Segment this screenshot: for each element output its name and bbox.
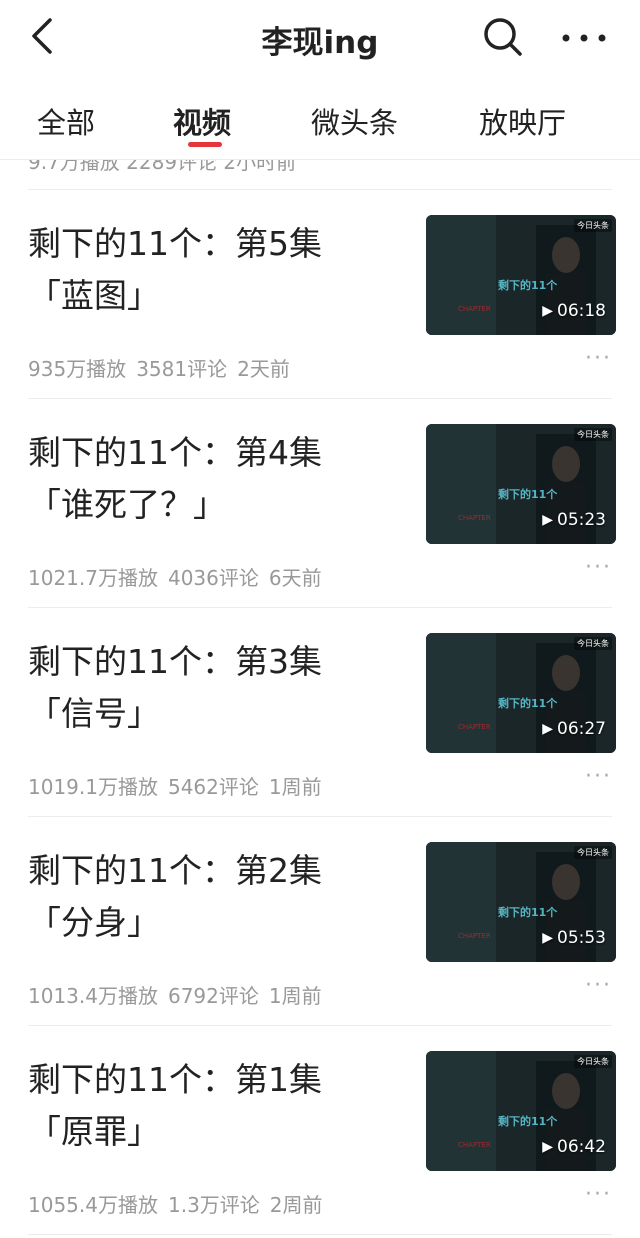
list-item[interactable]: 剩下的11个：第4集 「谁死了？」 剩下的11个 CHAPTER 今日头条 ▶ … bbox=[0, 399, 640, 608]
video-thumbnail[interactable]: 剩下的11个 CHAPTER 今日头条 ▶ 06:42 bbox=[426, 1051, 616, 1171]
video-title: 剩下的11个：第3集 「信号」 bbox=[28, 636, 408, 740]
tab-bar: 全部 视频 微头条 放映厅 bbox=[0, 78, 640, 160]
video-duration: ▶ 06:42 bbox=[542, 1137, 606, 1157]
more-horizontal-icon bbox=[562, 34, 606, 42]
list-item[interactable]: 剩下的11个：第1集 「原罪」 剩下的11个 CHAPTER 今日头条 ▶ 06… bbox=[0, 1026, 640, 1235]
list-item[interactable]: 剩下的11个：第3集 「信号」 剩下的11个 CHAPTER 今日头条 ▶ 06… bbox=[0, 608, 640, 817]
video-thumbnail[interactable]: 剩下的11个 CHAPTER 今日头条 ▶ 06:27 bbox=[426, 633, 616, 753]
publish-time: 1周前 bbox=[268, 775, 322, 799]
search-icon bbox=[484, 18, 522, 56]
svg-text:剩下的11个: 剩下的11个 bbox=[498, 696, 558, 710]
video-title-line1: 剩下的11个：第3集 bbox=[28, 642, 322, 681]
play-count: 935万播放 bbox=[28, 357, 127, 381]
more-horizontal-icon[interactable]: ··· bbox=[585, 346, 612, 371]
publish-time: 1周前 bbox=[268, 984, 322, 1008]
brand-watermark: 今日头条 bbox=[574, 846, 612, 859]
list-item[interactable]: 剩下的11个：第2集 「分身」 剩下的11个 CHAPTER 今日头条 ▶ 05… bbox=[0, 817, 640, 1026]
video-title: 剩下的11个：第4集 「谁死了？」 bbox=[28, 427, 408, 531]
svg-text:剩下的11个: 剩下的11个 bbox=[498, 905, 558, 919]
video-duration: ▶ 05:23 bbox=[542, 510, 606, 530]
video-title-line1: 剩下的11个：第4集 bbox=[28, 433, 322, 472]
video-list: 剩下的11个：第5集 「蓝图」 剩下的11个 CHAPTER 今日头条 ▶ 06… bbox=[0, 190, 640, 1235]
duration-label: 05:23 bbox=[557, 510, 606, 530]
video-meta: 1055.4万播放 1.3万评论 2周前 bbox=[28, 1189, 323, 1218]
play-icon: ▶ bbox=[542, 930, 553, 946]
svg-text:CHAPTER: CHAPTER bbox=[458, 514, 491, 522]
list-item[interactable]: 剩下的11个：第5集 「蓝图」 剩下的11个 CHAPTER 今日头条 ▶ 06… bbox=[0, 190, 640, 399]
video-meta: 9.7万播放 2289评论 2小时前 bbox=[28, 160, 297, 174]
search-button[interactable] bbox=[480, 14, 526, 60]
more-horizontal-icon[interactable]: ··· bbox=[585, 764, 612, 789]
video-duration: ▶ 06:18 bbox=[542, 301, 606, 321]
svg-text:剩下的11个: 剩下的11个 bbox=[498, 278, 558, 292]
video-thumbnail[interactable]: 剩下的11个 CHAPTER 今日头条 ▶ 05:23 bbox=[426, 424, 616, 544]
play-icon: ▶ bbox=[542, 721, 553, 737]
more-horizontal-icon[interactable]: ··· bbox=[585, 973, 612, 998]
duration-label: 06:42 bbox=[557, 1137, 606, 1157]
play-count: 1013.4万播放 bbox=[28, 984, 158, 1008]
play-icon: ▶ bbox=[542, 303, 553, 319]
comment-count: 1.3万评论 bbox=[167, 1193, 260, 1217]
play-count: 1021.7万播放 bbox=[28, 566, 158, 590]
video-meta: 1013.4万播放 6792评论 1周前 bbox=[28, 980, 322, 1009]
play-icon: ▶ bbox=[542, 1139, 553, 1155]
duration-label: 06:18 bbox=[557, 301, 606, 321]
video-meta: 1019.1万播放 5462评论 1周前 bbox=[28, 771, 322, 800]
video-title: 剩下的11个：第5集 「蓝图」 bbox=[28, 218, 408, 322]
page-title: 李现ing bbox=[261, 25, 379, 61]
video-title: 剩下的11个：第2集 「分身」 bbox=[28, 845, 408, 949]
active-tab-indicator bbox=[188, 142, 222, 147]
video-title: 剩下的11个：第1集 「原罪」 bbox=[28, 1054, 408, 1158]
video-meta: 935万播放 3581评论 2天前 bbox=[28, 353, 290, 382]
play-count: 1055.4万播放 bbox=[28, 1193, 158, 1217]
video-title-line2: 「蓝图」 bbox=[28, 276, 160, 315]
more-horizontal-icon[interactable]: ··· bbox=[585, 1182, 612, 1207]
tab-video[interactable]: 视频 bbox=[173, 100, 231, 142]
svg-text:CHAPTER: CHAPTER bbox=[458, 723, 491, 731]
more-horizontal-icon[interactable]: ··· bbox=[583, 160, 612, 168]
brand-watermark: 今日头条 bbox=[574, 428, 612, 441]
svg-text:剩下的11个: 剩下的11个 bbox=[498, 487, 558, 501]
more-options-button[interactable] bbox=[556, 18, 612, 58]
video-title-line1: 剩下的11个：第2集 bbox=[28, 851, 322, 890]
video-title-line2: 「信号」 bbox=[28, 694, 160, 733]
comment-count: 5462评论 bbox=[167, 775, 259, 799]
video-duration: ▶ 06:27 bbox=[542, 719, 606, 739]
comment-count: 3581评论 bbox=[136, 357, 228, 381]
video-title-line2: 「原罪」 bbox=[28, 1112, 160, 1151]
svg-text:CHAPTER: CHAPTER bbox=[458, 932, 491, 940]
play-icon: ▶ bbox=[542, 512, 553, 528]
video-thumbnail[interactable]: 剩下的11个 CHAPTER 今日头条 ▶ 06:18 bbox=[426, 215, 616, 335]
brand-watermark: 今日头条 bbox=[574, 1055, 612, 1068]
comment-count: 4036评论 bbox=[167, 566, 259, 590]
list-item-partial: 9.7万播放 2289评论 2小时前 ··· bbox=[28, 160, 612, 190]
publish-time: 2天前 bbox=[237, 357, 290, 381]
video-duration: ▶ 05:53 bbox=[542, 928, 606, 948]
tab-screening-hall[interactable]: 放映厅 bbox=[479, 100, 566, 142]
publish-time: 6天前 bbox=[268, 566, 322, 590]
brand-watermark: 今日头条 bbox=[574, 637, 612, 650]
brand-watermark: 今日头条 bbox=[574, 219, 612, 232]
video-title-line1: 剩下的11个：第5集 bbox=[28, 224, 322, 263]
video-meta: 1021.7万播放 4036评论 6天前 bbox=[28, 562, 322, 591]
svg-text:CHAPTER: CHAPTER bbox=[458, 1141, 491, 1149]
video-title-line2: 「分身」 bbox=[28, 903, 160, 942]
video-thumbnail[interactable]: 剩下的11个 CHAPTER 今日头条 ▶ 05:53 bbox=[426, 842, 616, 962]
video-title-line1: 剩下的11个：第1集 bbox=[28, 1060, 322, 1099]
svg-text:CHAPTER: CHAPTER bbox=[458, 305, 491, 313]
comment-count: 6792评论 bbox=[167, 984, 259, 1008]
svg-text:剩下的11个: 剩下的11个 bbox=[498, 1114, 558, 1128]
play-count: 1019.1万播放 bbox=[28, 775, 158, 799]
publish-time: 2周前 bbox=[269, 1193, 323, 1217]
tab-micro-headlines[interactable]: 微头条 bbox=[311, 100, 398, 142]
top-navigation-bar: 李现ing bbox=[0, 0, 640, 78]
more-horizontal-icon[interactable]: ··· bbox=[585, 555, 612, 580]
tab-all[interactable]: 全部 bbox=[37, 100, 95, 142]
duration-label: 05:53 bbox=[557, 928, 606, 948]
video-title-line2: 「谁死了？」 bbox=[28, 485, 226, 524]
duration-label: 06:27 bbox=[557, 719, 606, 739]
